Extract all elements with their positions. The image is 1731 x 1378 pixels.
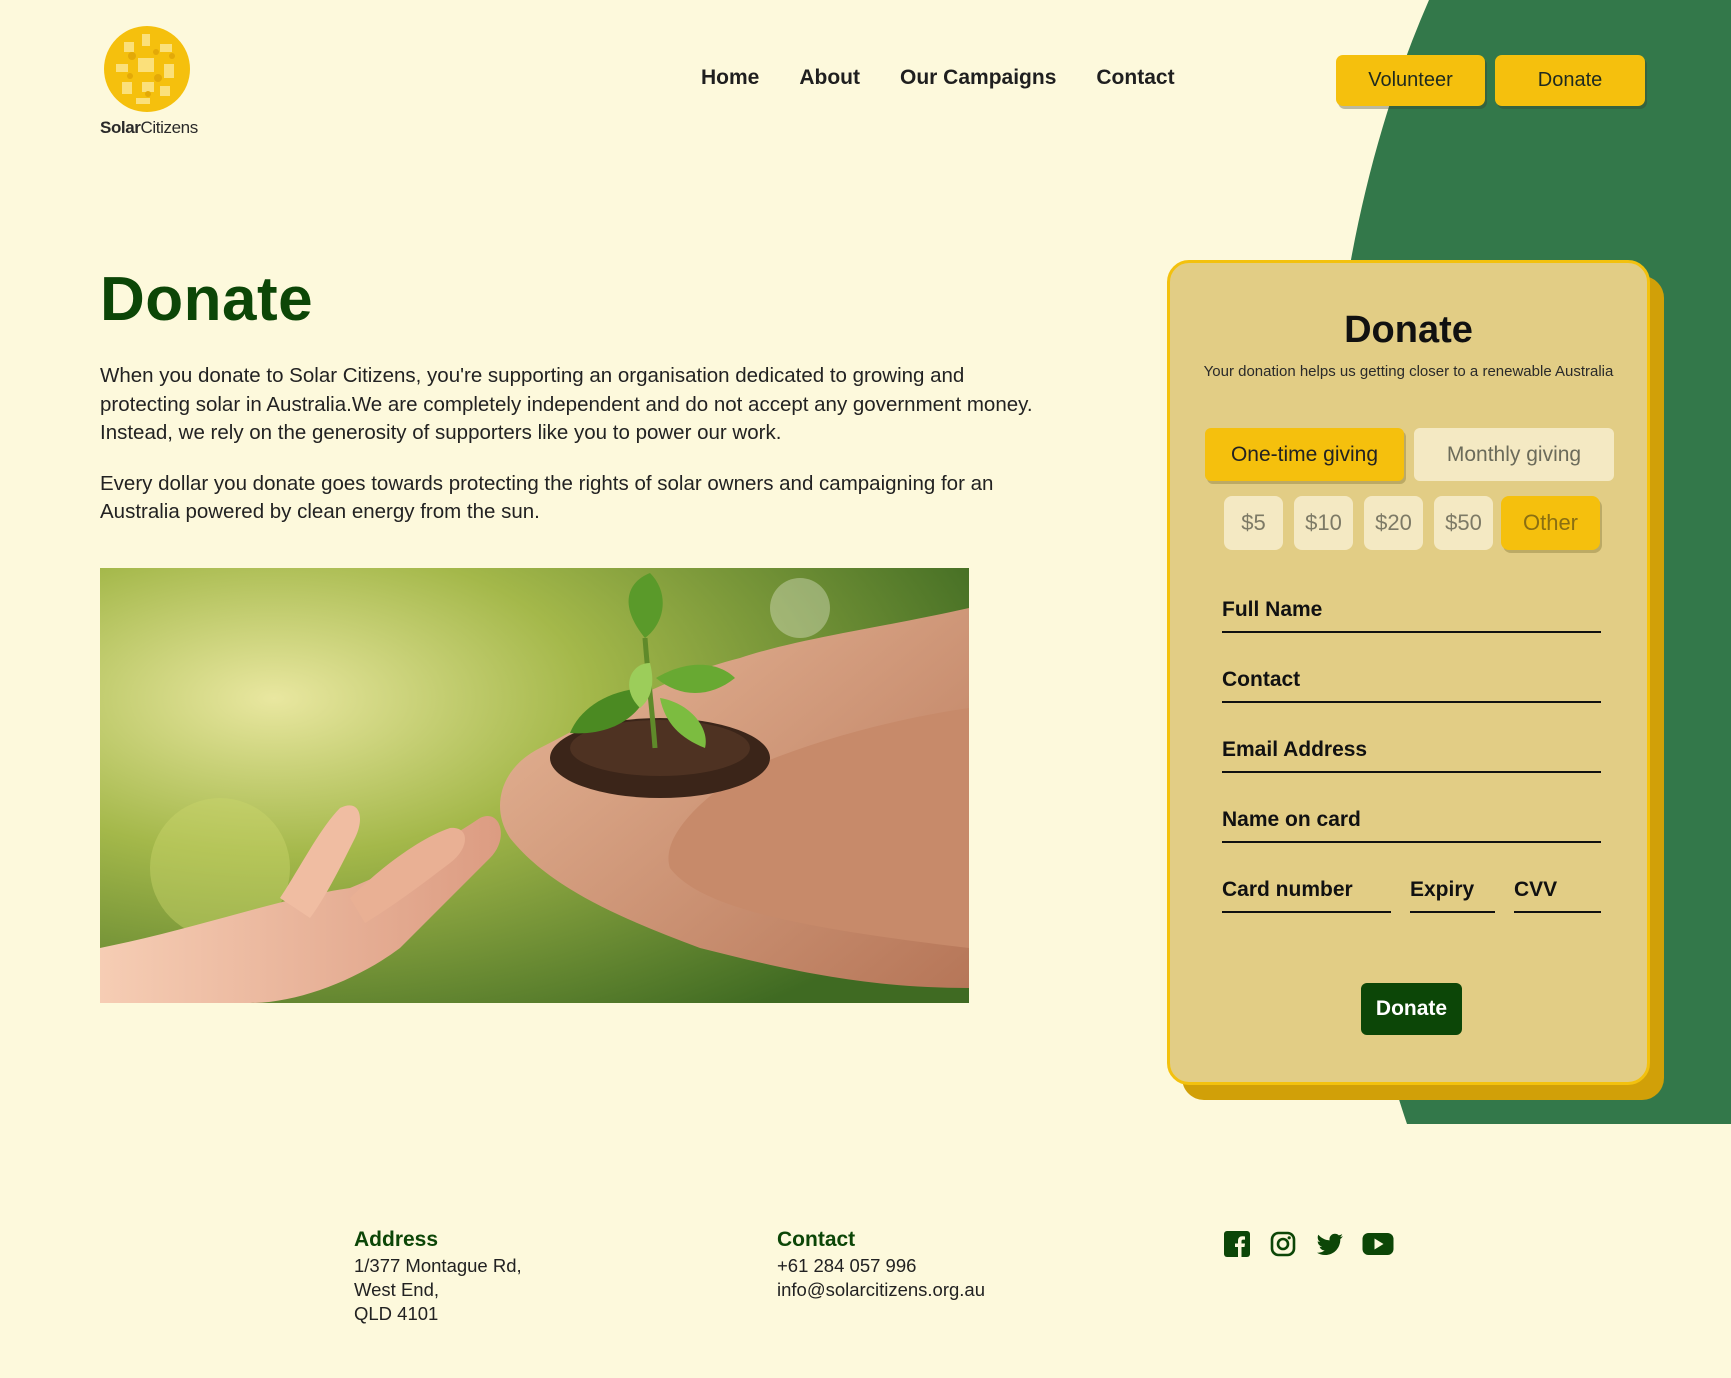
social-links bbox=[1224, 1231, 1394, 1257]
submit-donate-button[interactable]: Donate bbox=[1361, 983, 1462, 1035]
instagram-icon[interactable] bbox=[1270, 1231, 1296, 1257]
logo-wordmark: SolarCitizens bbox=[100, 118, 198, 137]
amount-20-button[interactable]: $20 bbox=[1364, 496, 1423, 550]
expiry-field[interactable] bbox=[1410, 875, 1495, 913]
full-name-field[interactable] bbox=[1222, 595, 1601, 633]
footer-address: Address 1/377 Montague Rd, West End, QLD… bbox=[354, 1228, 522, 1326]
email-field[interactable] bbox=[1222, 735, 1601, 773]
page-title: Donate bbox=[100, 265, 314, 334]
intro-paragraph: Every dollar you donate goes towards pro… bbox=[100, 471, 994, 524]
amount-50-button[interactable]: $50 bbox=[1434, 496, 1493, 550]
name-on-card-field[interactable] bbox=[1222, 805, 1601, 843]
sun-logo-icon bbox=[104, 26, 190, 112]
address-line: 1/377 Montague Rd, bbox=[354, 1255, 522, 1276]
hero-image-hands-with-seedling bbox=[100, 568, 969, 1003]
nav-home[interactable]: Home bbox=[701, 66, 759, 90]
facebook-icon[interactable] bbox=[1224, 1231, 1250, 1257]
monthly-giving-tab[interactable]: Monthly giving bbox=[1414, 428, 1614, 481]
amount-5-button[interactable]: $5 bbox=[1224, 496, 1283, 550]
form-title: Donate bbox=[1344, 309, 1473, 351]
intro-paragraph: When you donate to Solar Citizens, you'r… bbox=[100, 364, 1033, 444]
contact-field[interactable] bbox=[1222, 665, 1601, 703]
phone-number: +61 284 057 996 bbox=[777, 1255, 917, 1276]
donation-form: Donate Your donation helps us getting cl… bbox=[1167, 260, 1650, 1085]
contact-heading: Contact bbox=[777, 1228, 856, 1251]
card-number-field[interactable] bbox=[1222, 875, 1391, 913]
amount-10-button[interactable]: $10 bbox=[1294, 496, 1353, 550]
address-line: West End, bbox=[354, 1279, 440, 1300]
amount-other-button[interactable]: Other bbox=[1501, 496, 1600, 550]
email-link[interactable]: info@solarcitizens.org.au bbox=[777, 1278, 985, 1302]
address-line: QLD 4101 bbox=[354, 1303, 439, 1324]
one-time-giving-tab[interactable]: One-time giving bbox=[1205, 428, 1404, 481]
form-subtitle: Your donation helps us getting closer to… bbox=[1203, 363, 1614, 380]
nav-about[interactable]: About bbox=[799, 66, 860, 90]
nav-contact[interactable]: Contact bbox=[1096, 66, 1174, 90]
cvv-field[interactable] bbox=[1514, 875, 1601, 913]
address-heading: Address bbox=[354, 1228, 439, 1251]
nav-our-campaigns[interactable]: Our Campaigns bbox=[900, 66, 1056, 90]
logo[interactable]: SolarCitizens bbox=[100, 24, 210, 138]
footer-contact: Contact +61 284 057 996 info@solarcitize… bbox=[777, 1228, 985, 1302]
volunteer-button[interactable]: Volunteer bbox=[1336, 55, 1485, 106]
twitter-icon[interactable] bbox=[1316, 1231, 1343, 1257]
youtube-icon[interactable] bbox=[1362, 1231, 1394, 1257]
main-nav: Home About Our Campaigns Contact bbox=[701, 66, 1175, 90]
intro-text: When you donate to Solar Citizens, you'r… bbox=[100, 362, 1060, 527]
header-donate-button[interactable]: Donate bbox=[1495, 55, 1645, 106]
